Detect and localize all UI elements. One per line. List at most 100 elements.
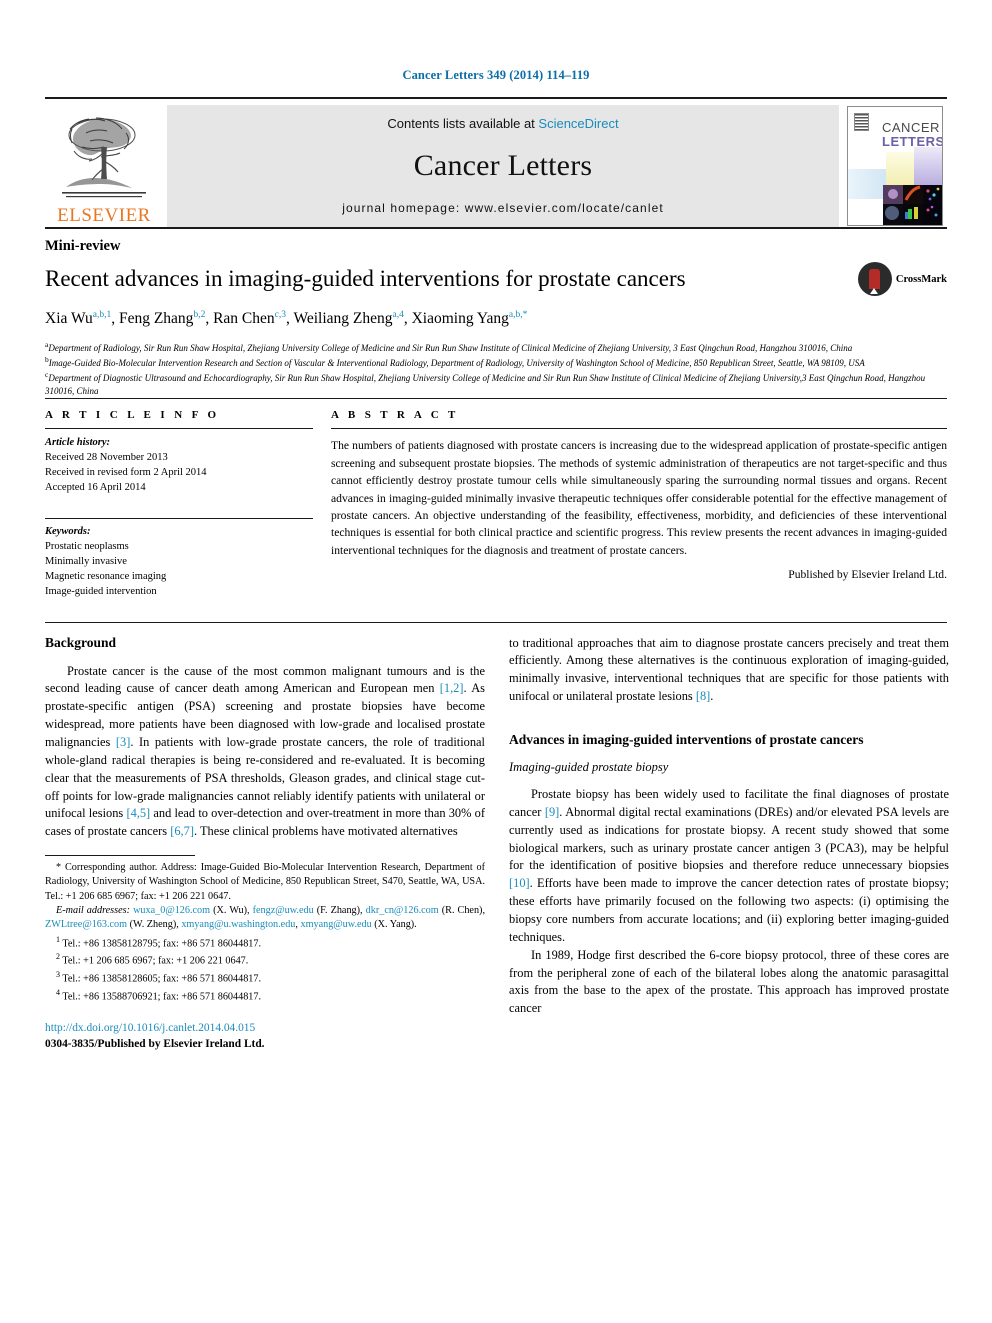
author-name: Ran Chen [213, 310, 275, 328]
info-abstract-section: A R T I C L E I N F O Article history: R… [45, 398, 947, 599]
footnote-item: 4 Tel.: +86 13588706921; fax: +86 571 86… [45, 987, 485, 1005]
masthead-center: Contents lists available at ScienceDirec… [167, 105, 839, 227]
history-item: Received 28 November 2013 [45, 452, 168, 464]
email-label: E-mail addresses: [56, 904, 130, 916]
citation-ref[interactable]: [8] [696, 689, 710, 703]
keyword-item: Magnetic resonance imaging [45, 570, 167, 582]
article-body: Background Prostate cancer is the cause … [45, 621, 949, 1052]
running-head: Cancer Letters 349 (2014) 114–119 [402, 68, 590, 82]
text-run: to traditional approaches that aim to di… [509, 635, 949, 704]
article-history-label: Article history: [45, 437, 111, 449]
journal-homepage-link[interactable]: journal homepage: www.elsevier.com/locat… [342, 201, 664, 215]
text-run: . Efforts have been made to improve the … [509, 876, 949, 944]
body-column-right: to traditional approaches that aim to di… [509, 635, 949, 1052]
affiliation-item: cDepartment of Diagnostic Ultrasound and… [45, 370, 947, 398]
abstract-text: The numbers of patients diagnosed with p… [331, 439, 947, 557]
email-addresses-note: E-mail addresses: wuxa_0@126.com (X. Wu)… [45, 904, 485, 933]
text-run: . These clinical problems have motivated… [193, 824, 458, 839]
doi-link[interactable]: http://dx.doi.org/10.1016/j.canlet.2014.… [45, 1021, 485, 1036]
footnote-text: Tel.: +86 13858128605; fax: +86 571 8604… [62, 973, 262, 985]
journal-masthead: ELSEVIER Contents lists available at Sci… [45, 97, 947, 227]
abstract-column: A B S T R A C T The numbers of patients … [331, 409, 947, 599]
text-run: Prostate cancer is the cause of the most… [45, 663, 485, 696]
affiliation-text: Department of Radiology, Sir Run Run Sha… [48, 343, 853, 354]
abstract-publisher-note: Published by Elsevier Ireland Ltd. [788, 568, 947, 582]
crossmark-icon [857, 262, 892, 296]
journal-title: Cancer Letters [413, 149, 593, 182]
footnotes: * Corresponding author. Address: Image-G… [45, 861, 485, 1052]
author-affiliation-mark: c,3 [274, 310, 286, 320]
elsevier-tree-icon [62, 117, 146, 198]
email-link[interactable]: ZWLtree@163.com [45, 919, 127, 930]
history-item: Accepted 16 April 2014 [45, 482, 146, 494]
email-link[interactable]: fengz@uw.edu [253, 905, 314, 916]
author-affiliation-mark: a,4 [392, 310, 404, 320]
footnote-mark: 4 [56, 987, 60, 997]
footnote-mark: 1 [56, 934, 60, 944]
section-heading-background: Background [45, 634, 117, 650]
crossmark-badge[interactable]: CrossMark [857, 262, 947, 296]
elsevier-logo: ELSEVIER [45, 105, 163, 227]
keyword-item: Minimally invasive [45, 555, 127, 567]
citation-ref[interactable]: [4,5] [126, 806, 150, 820]
corresponding-author-note: * Corresponding author. Address: Image-G… [45, 862, 485, 902]
numbered-footnotes: 1 Tel.: +86 13858128795; fax: +86 571 86… [45, 934, 485, 1005]
affiliation-text: Department of Diagnostic Ultrasound and … [45, 373, 926, 397]
email-owner: (R. Chen), [438, 904, 485, 916]
affiliation-item: aDepartment of Radiology, Sir Run Run Sh… [45, 340, 947, 355]
contents-prefix: Contents lists available at [387, 116, 539, 131]
cover-micrograph-grid [883, 185, 942, 225]
footnote-mark: 3 [56, 969, 60, 979]
citation-ref[interactable]: [3] [116, 735, 130, 749]
keywords-rule [45, 517, 313, 519]
citation-ref[interactable]: [9] [545, 805, 559, 819]
text-run: . [710, 689, 714, 704]
footnote-text: Tel.: +86 13588706921; fax: +86 571 8604… [62, 990, 262, 1002]
text-run: . Abnormal digital rectal examinations (… [509, 804, 949, 873]
keyword-item: Image-guided intervention [45, 585, 157, 597]
citation-ref[interactable]: [6,7] [170, 824, 194, 838]
author-list: Xia Wua,b,1, Feng Zhangb,2, Ran Chenc,3,… [45, 310, 528, 328]
history-item: Received in revised form 2 April 2014 [45, 467, 207, 479]
subsection-heading-biopsy: Imaging-guided prostate biopsy [509, 759, 669, 774]
footnote-item: 1 Tel.: +86 13858128795; fax: +86 571 86… [45, 934, 485, 952]
section-heading-advances: Advances in imaging-guided interventions… [509, 731, 864, 747]
footnote-item: 2 Tel.: +1 206 685 6967; fax: +1 206 221… [45, 951, 485, 969]
doi-block: http://dx.doi.org/10.1016/j.canlet.2014.… [45, 1021, 485, 1052]
issn-line: 0304-3835/Published by Elsevier Ireland … [45, 1037, 265, 1050]
sciencedirect-link[interactable]: ScienceDirect [538, 116, 618, 131]
email-link[interactable]: dkr_cn@126.com [366, 905, 439, 916]
journal-article-page: Cancer Letters 349 (2014) 114–119 ELSEVI… [0, 0, 992, 1323]
journal-cover-thumbnail: CANCER LETTERS [843, 105, 947, 227]
article-info-column: A R T I C L E I N F O Article history: R… [45, 409, 313, 599]
elsevier-wordmark: ELSEVIER [57, 205, 151, 226]
keyword-item: Prostatic neoplasms [45, 540, 129, 552]
paragraph-continued: to traditional approaches that aim to di… [509, 635, 949, 706]
article-info-heading: A R T I C L E I N F O [45, 409, 220, 422]
body-column-left: Background Prostate cancer is the cause … [45, 635, 485, 1052]
citation-ref[interactable]: [1,2] [440, 681, 464, 695]
paragraph-hodge: In 1989, Hodge first described the 6-cor… [509, 947, 949, 1016]
email-link[interactable]: xmyang@u.washington.edu [181, 919, 295, 930]
author-affiliation-mark: b,2 [193, 310, 206, 320]
affiliation-text: Image-Guided Bio-Molecular Intervention … [48, 358, 865, 369]
keywords-block: Keywords: Prostatic neoplasms Minimally … [45, 511, 313, 600]
citation-ref[interactable]: [10] [509, 876, 530, 890]
footnote-text: Tel.: +86 13858128795; fax: +86 571 8604… [62, 937, 262, 949]
article-history: Article history: Received 28 November 20… [45, 429, 313, 496]
author-affiliation-mark: a,b,* [508, 310, 528, 320]
paragraph-background: Prostate cancer is the cause of the most… [45, 663, 485, 842]
email-link[interactable]: wuxa_0@126.com [133, 905, 210, 916]
article-type-label: Mini-review [45, 238, 121, 254]
footnote-mark: 2 [56, 952, 60, 962]
contents-available-line: Contents lists available at ScienceDirec… [387, 116, 618, 131]
author-name: Feng Zhang [118, 310, 194, 328]
email-link[interactable]: xmyang@uw.edu [300, 919, 371, 930]
author-name: Xiaoming Yang [411, 310, 509, 328]
paragraph-biopsy: Prostate biopsy has been widely used to … [509, 786, 949, 947]
email-owner: (X. Yang). [371, 919, 417, 931]
abstract-heading: A B S T R A C T [331, 409, 459, 422]
email-owner: (W. Zheng), [127, 919, 182, 931]
keywords-label: Keywords: [45, 525, 91, 537]
author-name: Xia Wu [45, 310, 93, 328]
